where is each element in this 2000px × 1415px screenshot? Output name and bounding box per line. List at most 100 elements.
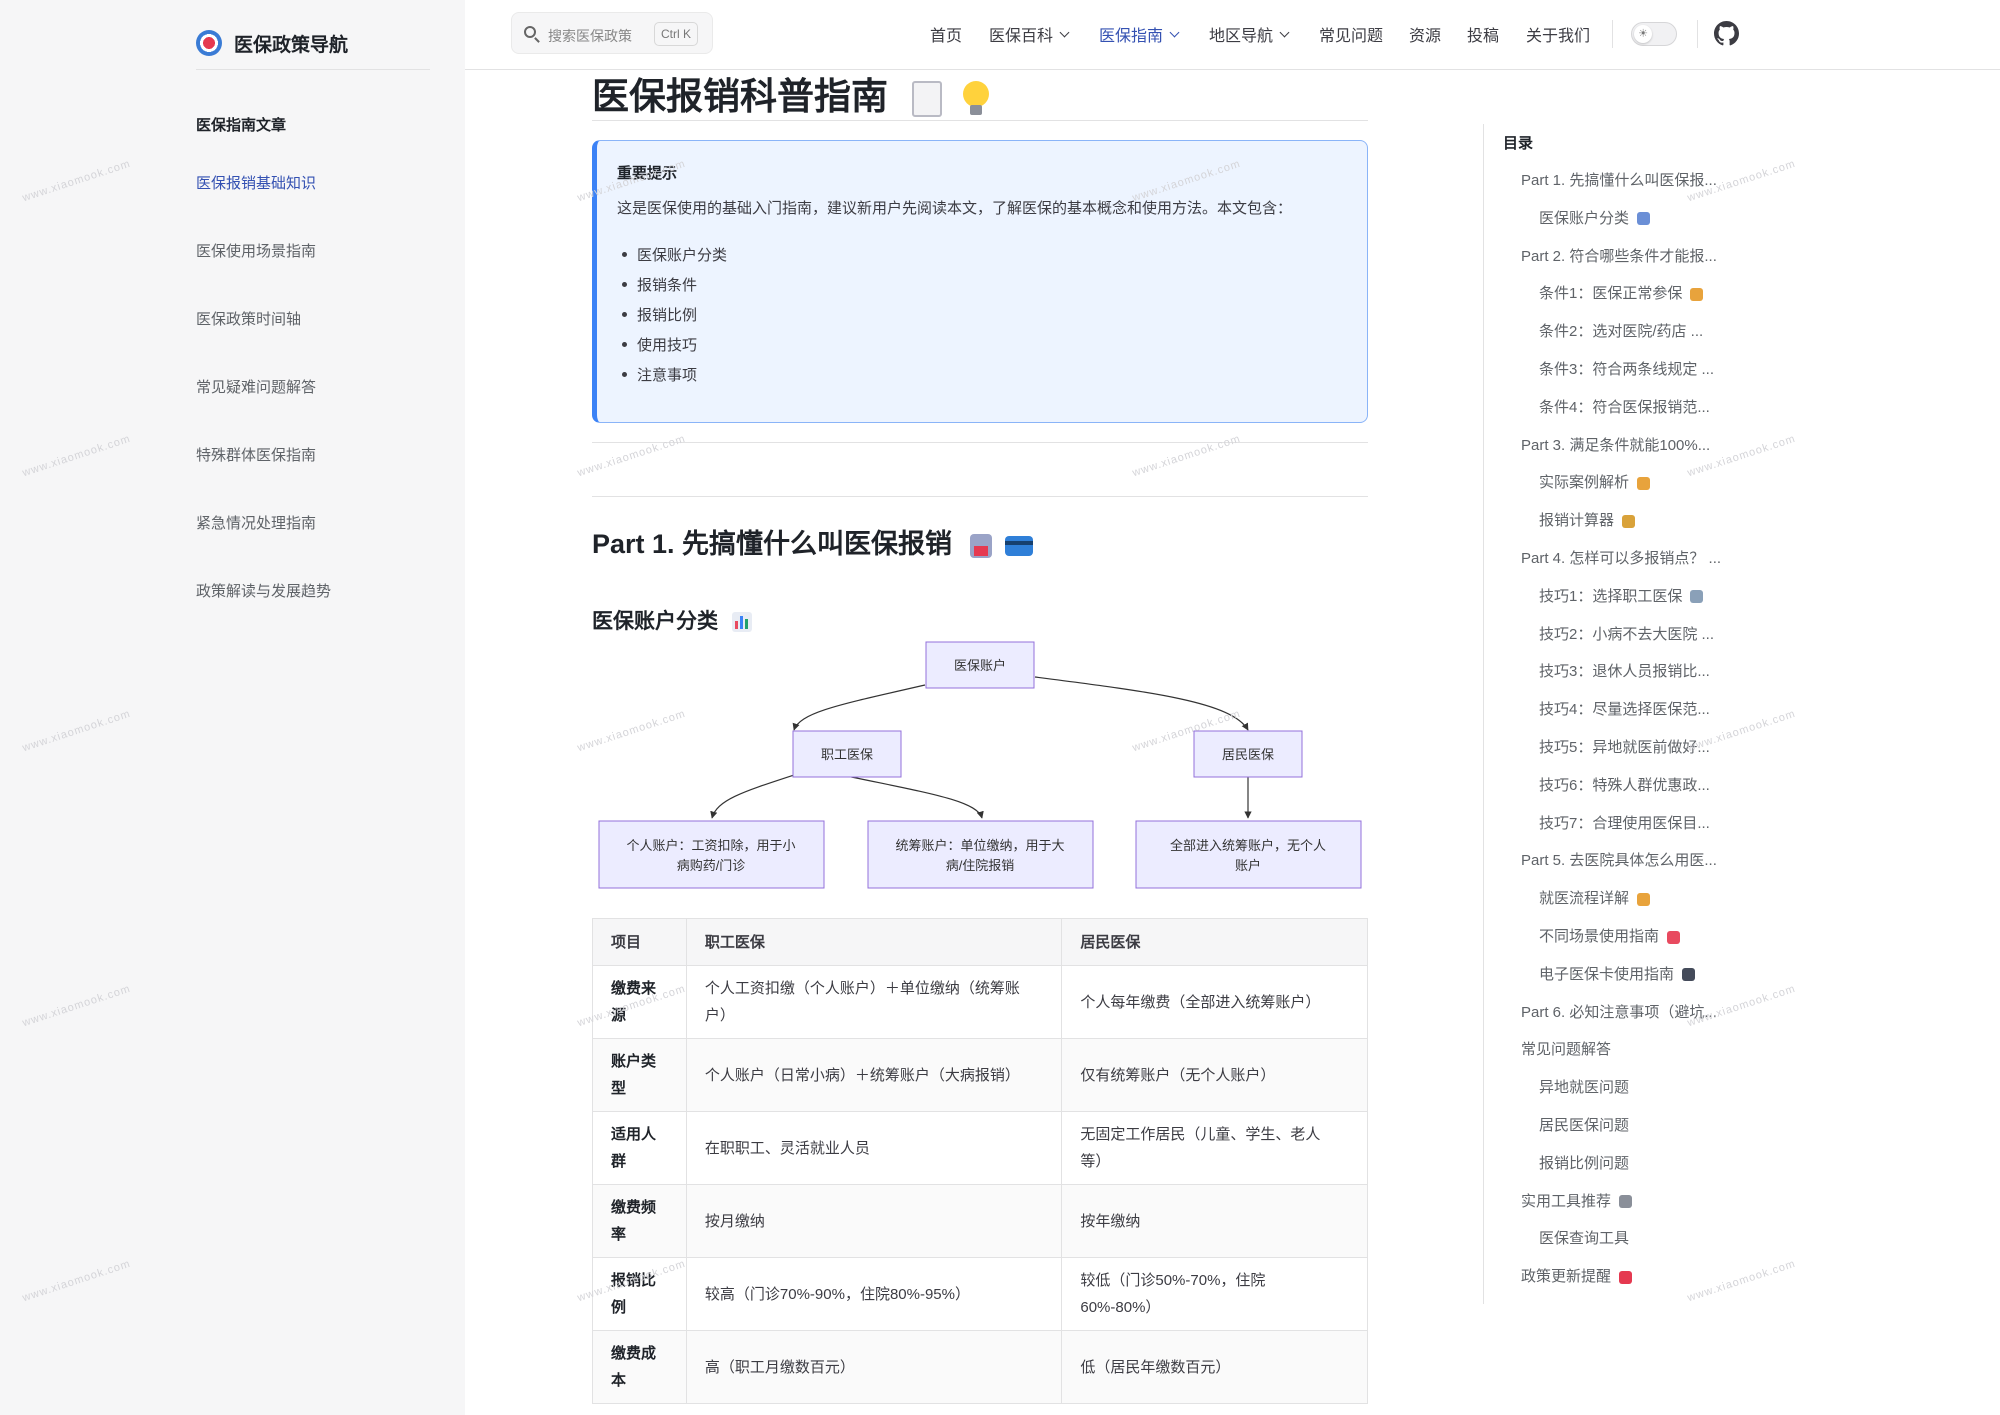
document-icon [912, 81, 943, 118]
lightbulb-icon [962, 81, 989, 117]
toc-item[interactable]: 技巧6：特殊人群优惠政... [1539, 774, 1710, 795]
table-cell: 无固定工作居民（儿童、学生、老人 等） [1061, 1111, 1368, 1185]
brand-divider [196, 69, 430, 70]
tip-list-item: 注意事项 [621, 364, 697, 385]
account-types-heading-text: 医保账户分类 [592, 610, 718, 633]
toc-item-label: 实际案例解析 [1539, 474, 1630, 492]
toc-item[interactable]: 条件1：医保正常参保 [1539, 282, 1704, 303]
github-icon[interactable] [1714, 21, 1739, 46]
toc-item[interactable]: Part 4. 怎样可以多报销点？ ... [1521, 547, 1721, 568]
memo-icon [1637, 892, 1651, 906]
toc-item[interactable]: Part 3. 满足条件就能100%... [1521, 434, 1710, 455]
table-cell-line: 60%-80%） [1080, 1299, 1161, 1316]
nav-item-about[interactable]: 关于我们 [1526, 22, 1590, 46]
page-title: 医保报销科普指南 [592, 66, 989, 120]
toc-title: 目录 [1503, 135, 1534, 152]
nav-item-faq[interactable]: 常见问题 [1319, 22, 1383, 46]
diagram-node-label: 医保账户 [954, 658, 1006, 673]
toc-item-label: 技巧7：合理使用医保目... [1539, 814, 1710, 832]
nav-label: 医保指南 [1099, 28, 1164, 45]
chart-icon [731, 612, 752, 633]
tip-intro: 这是医保使用的基础入门指南，建议新用户先阅读本文，了解医保的基本概念和使用方法。… [617, 200, 1293, 217]
toc-item-label: Part 3. 满足条件就能100%... [1521, 436, 1711, 454]
sidebar-item-emergency[interactable]: 紧急情况处理指南 [196, 512, 316, 533]
toc-item[interactable]: 技巧2：小病不去大医院 ... [1539, 623, 1714, 644]
toc-item-label: Part 2. 符合哪些条件才能报... [1521, 247, 1717, 265]
sidebar-item-timeline[interactable]: 医保政策时间轴 [196, 308, 301, 329]
toc-item[interactable]: Part 2. 符合哪些条件才能报... [1521, 245, 1717, 266]
toc-item[interactable]: 技巧5：异地就医前做好... [1539, 736, 1710, 757]
nav-item-resources[interactable]: 资源 [1409, 22, 1441, 46]
search-shortcut-hint: Ctrl K [654, 22, 698, 46]
brand[interactable]: 医保政策导航 [196, 18, 348, 68]
table-cell-line: 较高（门诊70%-90%，住院80%-95%） [704, 1285, 970, 1303]
phone-icon [1682, 968, 1696, 982]
nav-item-encyclopedia[interactable]: 医保百科 [989, 22, 1070, 46]
toc-item[interactable]: 医保账户分类 [1539, 207, 1651, 228]
sidebar-item-scenarios[interactable]: 医保使用场景指南 [196, 240, 316, 261]
diagram-node-label: 个人账户：工资扣除，用于小 [626, 838, 795, 853]
toc-item[interactable]: Part 5. 去医院具体怎么用医... [1521, 849, 1717, 870]
table-row: 适用人群在职职工、灵活就业人员 无固定工作居民（儿童、学生、老人 等） [592, 1111, 1368, 1185]
toc-item[interactable]: Part 1. 先搞懂什么叫医保报... [1521, 169, 1717, 190]
theme-toggle[interactable]: ☀ [1631, 22, 1677, 46]
toc-item-label: 技巧2：小病不去大医院 ... [1539, 625, 1715, 643]
toc-item[interactable]: 报销比例问题 [1539, 1152, 1629, 1173]
table-row: 账户类型个人账户（日常小病）＋统筹账户（大病报销） 仅有统筹账户（无个人账户） [592, 1038, 1368, 1112]
toc-item[interactable]: 常见问题解答 [1521, 1038, 1611, 1059]
diagram-node-label: 统筹账户：单位缴纳，用于大 [895, 838, 1064, 853]
nav-divider [1612, 20, 1613, 48]
chevron-down-icon [1059, 27, 1070, 37]
toc-item[interactable]: 报销计算器 [1539, 509, 1636, 530]
toc-item[interactable]: 技巧3：退休人员报销比... [1539, 660, 1710, 681]
toc-item-label: 技巧1：选择职工医保 [1539, 587, 1683, 605]
toc-item[interactable]: 技巧1：选择职工医保 [1539, 585, 1704, 606]
account-structure-diagram: 医保账户 职工医保 居民医保 个人账户：工资扣除，用于小 病购药/门诊 统筹账户… [598, 641, 1362, 889]
table-cell-line: 率 [611, 1226, 627, 1243]
page-title-text: 医保报销科普指南 [592, 76, 888, 117]
watermark-text: www.xiaomook.com [1130, 432, 1243, 480]
section-divider [592, 442, 1368, 443]
nav-label: 关于我们 [1526, 28, 1591, 45]
nav-item-home[interactable]: 首页 [930, 22, 962, 46]
toc-item[interactable]: 技巧7：合理使用医保目... [1539, 812, 1710, 833]
toc-item[interactable]: 条件4：符合医保报销范... [1539, 396, 1710, 417]
tools-icon [1619, 1195, 1633, 1209]
watermark-text: www.xiaomook.com [1685, 1257, 1798, 1305]
toc-item[interactable]: 医保查询工具 [1539, 1227, 1629, 1248]
nav-item-submit[interactable]: 投稿 [1467, 22, 1499, 46]
search-icon [524, 26, 536, 38]
diagram-node-label: 病/住院报销 [946, 858, 1015, 873]
table-cell-line: 户） [704, 1007, 735, 1024]
sidebar-item-basics[interactable]: 医保报销基础知识 [196, 172, 316, 193]
toc-item[interactable]: 政策更新提醒 [1521, 1265, 1633, 1286]
title-divider [592, 120, 1368, 121]
toc-item[interactable]: 电子医保卡使用指南 [1539, 963, 1696, 984]
toc-item[interactable]: 条件3：符合两条线规定 ... [1539, 358, 1714, 379]
toc-item[interactable]: 技巧4：尽量选择医保范... [1539, 698, 1710, 719]
toc-item[interactable]: 条件2：选对医院/药店 ... [1539, 320, 1703, 341]
sun-icon: ☀ [1634, 25, 1652, 43]
diagram-node-label: 账户 [1235, 858, 1261, 873]
sidebar-item-faq[interactable]: 常见疑难问题解答 [196, 376, 316, 397]
toc-item-label: 电子医保卡使用指南 [1539, 965, 1675, 983]
toc-item[interactable]: 居民医保问题 [1539, 1114, 1629, 1135]
nav-label: 常见问题 [1319, 28, 1384, 45]
table-cell: 适用人群 [592, 1111, 687, 1185]
nav-item-guide[interactable]: 医保指南 [1099, 22, 1180, 46]
search-button[interactable]: 搜索医保政策 Ctrl K [511, 12, 713, 54]
nav-item-region[interactable]: 地区导航 [1209, 22, 1290, 46]
sidebar-item-special-groups[interactable]: 特殊群体医保指南 [196, 444, 316, 465]
sidebar-item-policy-trends[interactable]: 政策解读与发展趋势 [196, 580, 331, 601]
toc-item[interactable]: 不同场景使用指南 [1539, 925, 1681, 946]
toc-item[interactable]: 实用工具推荐 [1521, 1190, 1633, 1211]
diagram-node-resident: 居民医保 [1193, 730, 1303, 778]
chevron-down-icon [1279, 27, 1290, 37]
toc-item[interactable]: 实际案例解析 [1539, 471, 1651, 492]
diagram-edge [792, 684, 926, 731]
table-cell-line: 适用人 [611, 1126, 657, 1143]
toc-item[interactable]: 异地就医问题 [1539, 1076, 1629, 1097]
tip-list-item: 使用技巧 [621, 334, 697, 355]
table-cell-line: 按年缴纳 [1080, 1212, 1141, 1230]
toc-item[interactable]: 就医流程详解 [1539, 887, 1651, 908]
